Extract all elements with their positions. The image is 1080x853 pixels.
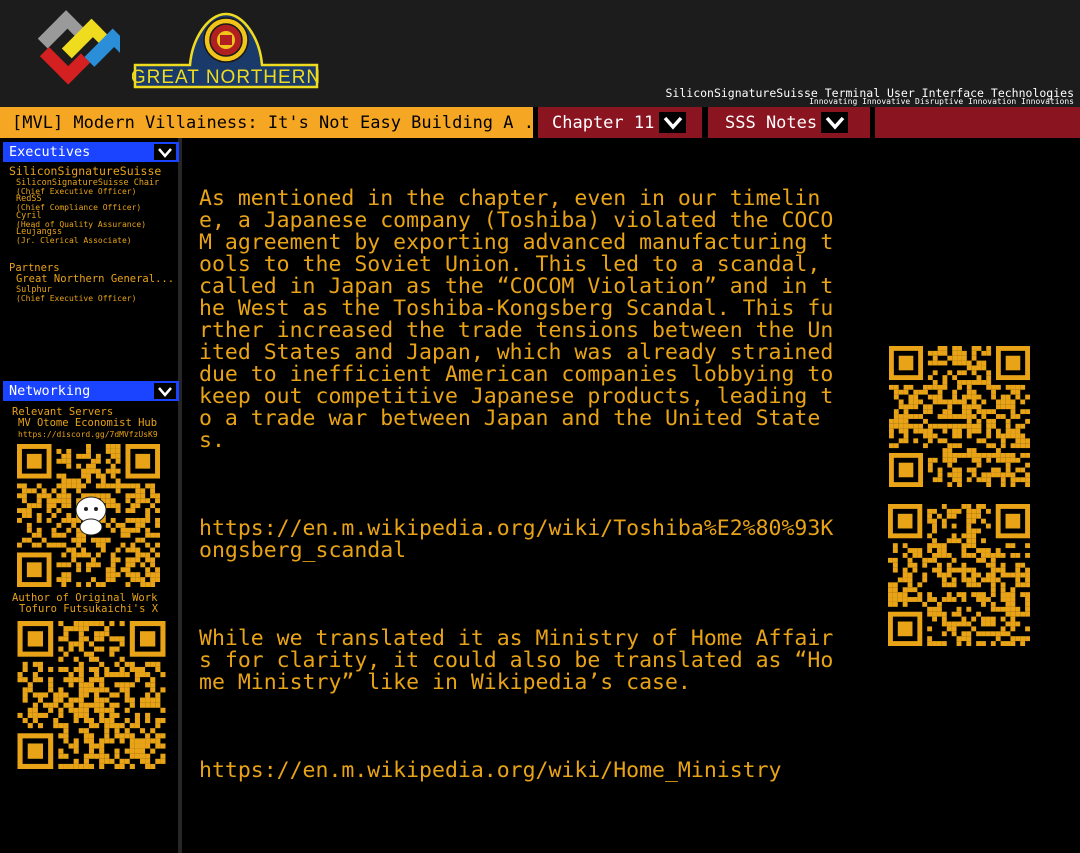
tab-story-title[interactable]: [MVL] Modern Villainess: It's Not Easy B…: [0, 107, 533, 138]
tab-bar: [MVL] Modern Villainess: It's Not Easy B…: [0, 107, 1080, 138]
chevron-down-icon[interactable]: [154, 144, 176, 160]
notes-content: As mentioned in the chapter, even in our…: [186, 138, 1080, 853]
executives-section-header[interactable]: Executives: [3, 142, 179, 162]
great-northern-logo-icon: GREAT NORTHERN: [132, 12, 320, 89]
server-name[interactable]: MV Otome Economist Hub: [18, 417, 157, 429]
sidebar: Executives SiliconSignatureSuisse Silico…: [0, 138, 182, 853]
chevron-down-icon[interactable]: [821, 112, 848, 133]
story-title-label: [MVL] Modern Villainess: It's Not Easy B…: [12, 112, 533, 133]
author-x-link[interactable]: Tofuro Futsukaichi's X: [19, 603, 158, 615]
executives-header-label: Executives: [9, 144, 91, 160]
wikipedia-link[interactable]: https://en.m.wikipedia.org/wiki/Home_Min…: [199, 760, 839, 782]
tab-bar-filler: [875, 107, 1080, 138]
qr-code-icon[interactable]: [888, 504, 1030, 646]
brand-tagline: Innovating Innovative Disruptive Innovat…: [809, 97, 1074, 106]
chevron-down-icon[interactable]: [659, 112, 686, 133]
notes-text: As mentioned in the chapter, even in our…: [199, 144, 839, 848]
partner-org[interactable]: Great Northern General...: [16, 273, 174, 285]
notes-label: SSS Notes: [725, 112, 818, 133]
svg-text:GREAT NORTHERN: GREAT NORTHERN: [132, 67, 320, 88]
app-header: GREAT NORTHERN SiliconSignatureSuisse Te…: [0, 0, 1080, 107]
networking-section-header[interactable]: Networking: [3, 381, 179, 401]
org-name[interactable]: SiliconSignatureSuisse: [9, 164, 161, 178]
tab-chapter-select[interactable]: Chapter 11: [538, 107, 702, 138]
author-x-qr-code-icon[interactable]: [17, 621, 166, 769]
note-paragraph: As mentioned in the chapter, even in our…: [199, 186, 847, 453]
mascot-icon: [75, 496, 107, 536]
sss-logo-icon[interactable]: [22, 6, 120, 98]
note-paragraph: While we translated it as Ministry of Ho…: [199, 626, 834, 695]
server-url-link[interactable]: https://discord.gg/7dMVfzUsK9: [18, 430, 158, 439]
partner-role: (Chief Executive Officer): [16, 294, 137, 303]
tab-sss-notes[interactable]: SSS Notes: [708, 107, 870, 138]
exec-role: (Jr. Clerical Associate): [16, 236, 132, 245]
wikipedia-link[interactable]: https://en.m.wikipedia.org/wiki/Toshiba%…: [199, 518, 839, 562]
chevron-down-icon[interactable]: [154, 383, 176, 399]
chapter-label: Chapter 11: [552, 112, 655, 133]
qr-code-icon[interactable]: [889, 346, 1030, 487]
networking-header-label: Networking: [9, 383, 91, 399]
